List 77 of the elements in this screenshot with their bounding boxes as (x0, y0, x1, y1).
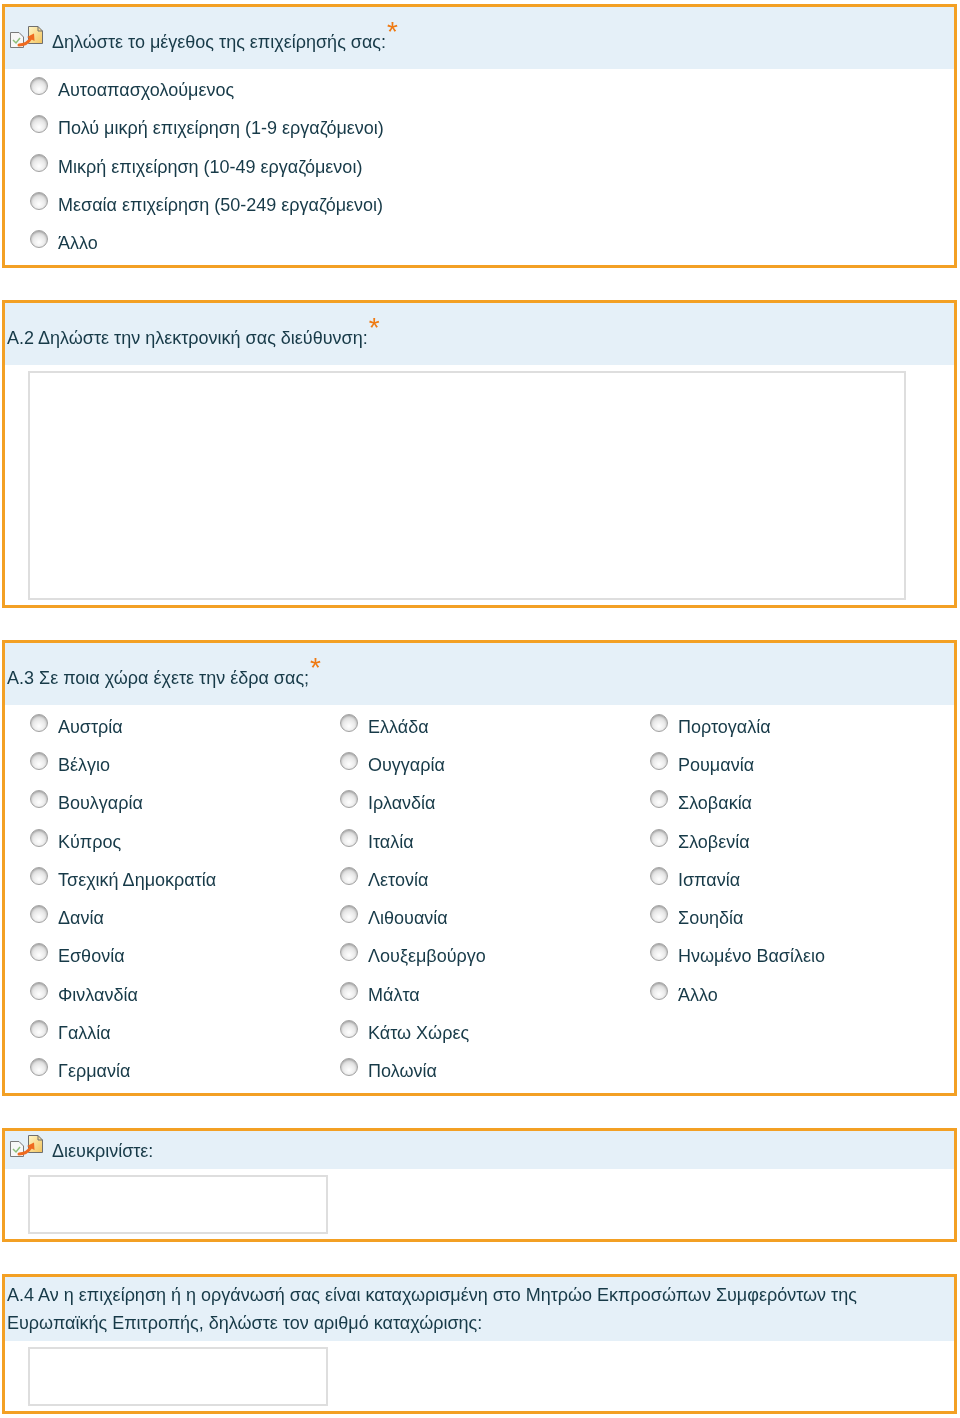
option-label[interactable]: Σουηδία (678, 904, 744, 933)
radio-button[interactable] (340, 1058, 358, 1077)
radio-button[interactable] (340, 1020, 358, 1038)
text-input[interactable] (28, 1347, 328, 1407)
option-label[interactable]: Γαλλία (58, 1019, 111, 1047)
option-label[interactable]: Λιθουανία (368, 904, 448, 933)
radio-button[interactable] (30, 115, 48, 134)
option-label[interactable]: Μάλτα (368, 980, 420, 1009)
option-label[interactable]: Πολωνία (368, 1057, 437, 1086)
radio-button[interactable] (340, 790, 358, 809)
option-label[interactable]: Ρουμανία (678, 750, 755, 779)
radio-button[interactable] (30, 153, 48, 172)
option-label[interactable]: Σλοβενία (678, 827, 750, 856)
radio-button[interactable] (30, 713, 48, 732)
question-title: Δηλώστε το μέγεθος της επιχείρησής σας: (52, 31, 386, 54)
radio-button[interactable] (30, 1020, 48, 1038)
radio-button[interactable] (30, 192, 48, 211)
required-asterisk: * (368, 314, 380, 343)
radio-button[interactable] (30, 1058, 48, 1077)
text-input[interactable] (28, 1175, 328, 1235)
radio-button[interactable] (30, 943, 48, 962)
option-label[interactable]: Αυστρία (58, 712, 123, 741)
radio-button[interactable] (30, 828, 48, 847)
option-label[interactable]: Άλλο (678, 980, 718, 1009)
option-label[interactable]: Φινλανδία (58, 980, 138, 1009)
radio-button[interactable] (650, 905, 668, 924)
text-area[interactable] (28, 371, 906, 601)
radio-button[interactable] (650, 943, 668, 962)
option-label[interactable]: Ιρλανδία (368, 789, 436, 818)
option-label[interactable]: Κύπρος (58, 827, 122, 856)
option-label[interactable]: Ουγγαρία (368, 750, 445, 779)
radio-button[interactable] (650, 866, 668, 885)
option-label[interactable]: Λετονία (368, 865, 429, 894)
option-label[interactable]: Γερμανία (58, 1057, 131, 1086)
option-label[interactable]: Ιταλία (368, 827, 414, 856)
option-label[interactable]: Ισπανία (678, 865, 741, 894)
option-label[interactable]: Άλλο (58, 229, 98, 258)
radio-button[interactable] (30, 981, 48, 1000)
question-title: Α.4 Αν η επιχείρηση ή η οργάνωσή σας είναι καταχωρισμένη στο Μητρώο Εκπροσώπων Συμφερόντων της Ευρωπαϊκής Επιτροπής, δηλώστε τον αριθμό καταχώρισης: (7, 1284, 858, 1336)
option-label[interactable]: Αυτοαπασχολούμενος (58, 76, 235, 105)
option-label[interactable]: Μικρή επιχείρηση (10-49 εργαζόμενοι) (58, 152, 363, 181)
radio-button[interactable] (340, 713, 358, 732)
radio-button[interactable] (340, 905, 358, 924)
option-label[interactable]: Δανία (58, 904, 104, 933)
radio-button[interactable] (30, 905, 48, 924)
question-title: Α.3 Σε ποια χώρα έχετε την έδρα σας; (7, 668, 310, 691)
option-label[interactable]: Τσεχική Δημοκρατία (58, 865, 217, 894)
radio-button[interactable] (650, 981, 668, 1000)
question-title: Διευκρινίστε: (52, 1140, 154, 1164)
radio-button[interactable] (340, 943, 358, 962)
option-label[interactable]: Πορτογαλία (678, 712, 771, 741)
option-label[interactable]: Βέλγιο (58, 750, 111, 779)
option-label[interactable]: Μεσαία επιχείρηση (50-249 εργαζόμενοι) (58, 191, 384, 220)
radio-button[interactable] (650, 751, 668, 770)
option-label[interactable]: Κάτω Χώρες (368, 1019, 470, 1047)
radio-button[interactable] (340, 981, 358, 1000)
radio-button[interactable] (340, 751, 358, 770)
required-asterisk: * (310, 654, 321, 683)
radio-button[interactable] (650, 790, 668, 809)
radio-button[interactable] (340, 866, 358, 885)
question-title: Α.2 Δηλώστε την ηλεκτρονική σας διεύθυνση: (7, 327, 368, 351)
radio-button[interactable] (30, 790, 48, 809)
radio-button[interactable] (650, 828, 668, 847)
radio-button[interactable] (30, 751, 48, 770)
option-label[interactable]: Βουλγαρία (58, 789, 143, 818)
radio-button[interactable] (30, 77, 48, 96)
radio-button[interactable] (650, 713, 668, 732)
option-label[interactable]: Σλοβακία (678, 789, 753, 818)
option-label[interactable]: Ελλάδα (368, 712, 429, 741)
option-label[interactable]: Ηνωμένο Βασίλειο (678, 942, 825, 971)
option-label[interactable]: Εσθονία (58, 942, 125, 971)
radio-button[interactable] (30, 866, 48, 885)
radio-button[interactable] (30, 230, 48, 249)
radio-button[interactable] (340, 828, 358, 847)
option-label[interactable]: Λουξεμβούργο (368, 942, 486, 971)
option-label[interactable]: Πολύ μικρή επιχείρηση (1-9 εργαζόμενοι) (58, 114, 384, 143)
required-asterisk: * (387, 18, 398, 46)
